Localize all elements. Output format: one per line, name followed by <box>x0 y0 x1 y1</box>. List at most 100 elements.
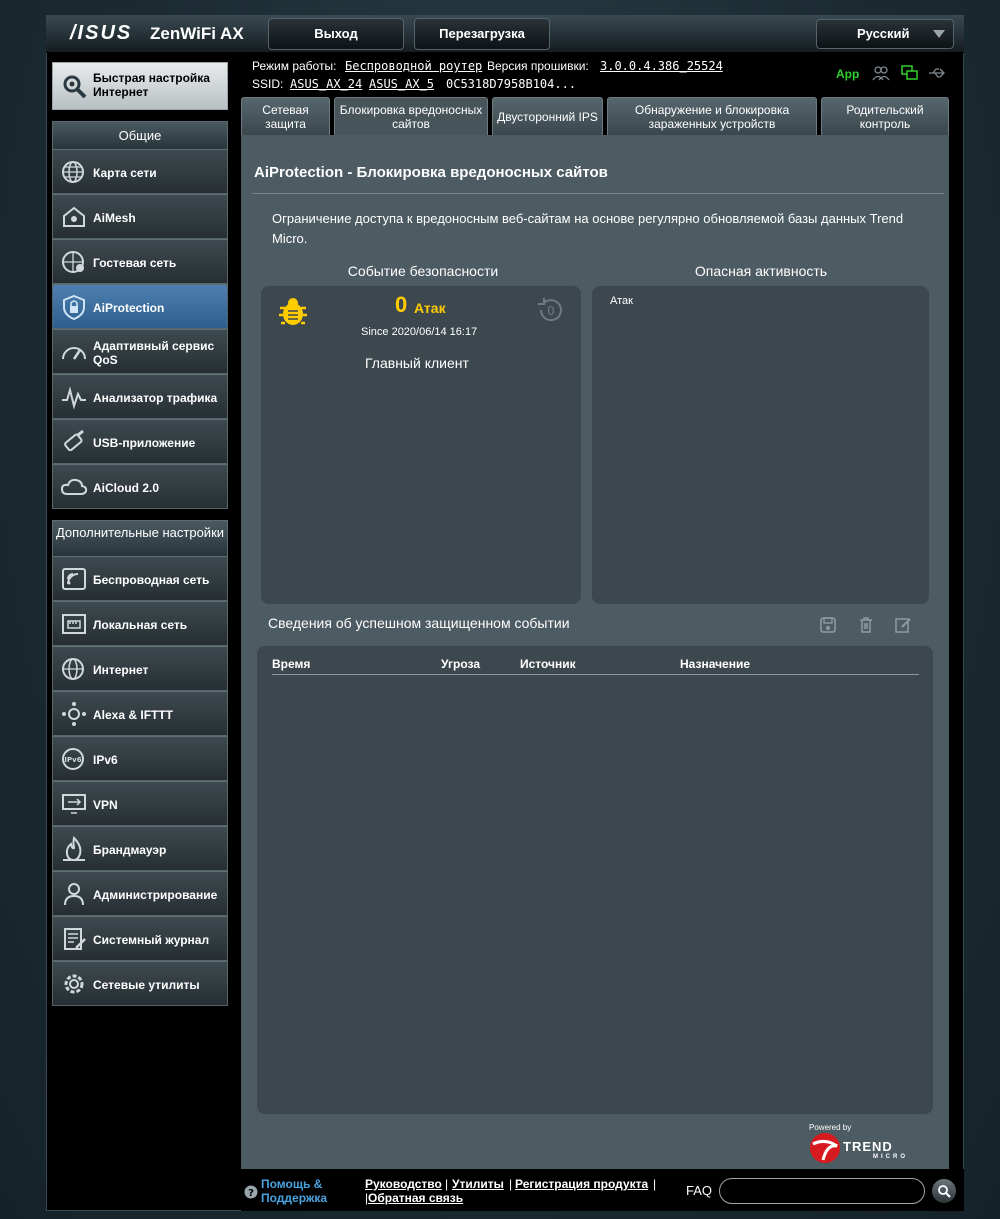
guest-network-icon <box>62 251 84 273</box>
tab-two-way-ips[interactable]: Двусторонний IPS <box>492 97 603 135</box>
advanced-menu: Беспроводная сеть Локальная сеть Интерне… <box>52 556 228 1006</box>
sidebar-item-label: Администрирование <box>93 887 218 902</box>
sidebar-item-qos[interactable]: Адаптивный сервис QoS <box>52 329 228 374</box>
mode-link[interactable]: Беспроводной роутер <box>345 59 482 73</box>
sidebar-item-guest-network[interactable]: Гостевая сеть <box>52 239 228 284</box>
mode-label: Режим работы: <box>252 59 337 73</box>
lock-shield-icon <box>63 294 85 320</box>
ssid-24[interactable]: ASUS_AX_24 <box>290 77 362 91</box>
model-name: ZenWiFi AX <box>150 24 244 43</box>
svg-text:?: ? <box>248 1188 254 1199</box>
general-menu: Карта сети AiMesh Гостевая сеть AiProtec… <box>52 149 228 509</box>
page-title: AiProtection - Блокировка вредоносных са… <box>254 164 608 181</box>
faq-search-input[interactable] <box>719 1178 925 1204</box>
col-source: Источник <box>520 657 576 671</box>
general-section-header: Общие <box>52 121 228 149</box>
attack-count: 0 <box>395 292 408 317</box>
sidebar-item-aicloud[interactable]: AiCloud 2.0 <box>52 464 228 509</box>
sidebar-item-label: USB-приложение <box>93 435 196 450</box>
usb-stick-icon <box>64 429 84 452</box>
sidebar-item-label: Беспроводная сеть <box>93 572 210 587</box>
sidebar-item-label: Анализатор трафика <box>93 390 218 405</box>
sidebar-item-network-map[interactable]: Карта сети <box>52 149 228 194</box>
app-link[interactable]: App <box>836 67 859 81</box>
clients-icon[interactable] <box>872 65 890 81</box>
since-date: Since 2020/06/14 16:17 <box>361 326 478 338</box>
ipv6-globe-icon: IPv6 <box>62 748 84 770</box>
security-event-panel: 0 Атак Since 2020/06/14 16:17 Главный кл… <box>261 286 581 604</box>
sidebar-item-aimesh[interactable]: AiMesh <box>52 194 228 239</box>
ssid-mac: 0C5318D7958B104... <box>446 77 577 91</box>
trash-icon[interactable] <box>857 616 875 634</box>
main-content: AiProtection - Блокировка вредоносных са… <box>241 135 949 1169</box>
faq-search-button[interactable] <box>932 1179 956 1203</box>
sidebar-item-usb-apps[interactable]: USB-приложение <box>52 419 228 464</box>
utilities-link[interactable]: Утилиты <box>452 1177 504 1191</box>
sidebar-item-wan[interactable]: Интернет <box>52 646 228 691</box>
bug-icon <box>279 298 307 325</box>
wireless-icon <box>62 568 86 590</box>
sidebar-item-wireless[interactable]: Беспроводная сеть <box>52 556 228 601</box>
sidebar-item-label: Интернет <box>93 662 149 677</box>
firmware-label: Версия прошивки: <box>487 59 589 73</box>
sidebar-item-lan[interactable]: Локальная сеть <box>52 601 228 646</box>
events-table-panel <box>257 646 933 1114</box>
search-icon <box>938 1185 951 1198</box>
tab-network-protection[interactable]: Сетевая защита <box>241 97 330 135</box>
reboot-button[interactable]: Перезагрузка <box>414 18 550 50</box>
asus-logo[interactable]: /ISUS <box>70 22 132 45</box>
powered-by-label: Powered by <box>809 1123 852 1132</box>
reset-counter-icon[interactable]: 0 <box>535 295 565 325</box>
sidebar-item-aiprotection[interactable]: AiProtection <box>52 284 228 329</box>
firmware-link[interactable]: 3.0.0.4.386_25524 <box>600 59 723 73</box>
threat-activity-panel: Атак <box>592 286 929 604</box>
smart-home-icon <box>62 702 86 726</box>
sidebar-item-label: Брандмауэр <box>93 842 167 857</box>
sidebar-item-firewall[interactable]: Брандмауэр <box>52 826 228 871</box>
sidebar-item-system-log[interactable]: Системный журнал <box>52 916 228 961</box>
tab-parental-control[interactable]: Родительский контроль <box>821 97 949 135</box>
threat-legend-label: Атак <box>610 295 633 307</box>
traffic-analyzer-icon <box>62 386 86 410</box>
page-description: Ограничение доступа к вредоносным веб-са… <box>272 211 904 246</box>
ssid-label: SSID: <box>252 77 284 91</box>
sidebar-item-ipv6[interactable]: IPv6 IPv6 <box>52 736 228 781</box>
tab-infected-device[interactable]: Обнаружение и блокировка зараженных устр… <box>607 97 817 135</box>
save-icon[interactable] <box>819 616 837 634</box>
trend-label: TREND <box>843 1139 893 1154</box>
footer-separator: | <box>653 1177 657 1191</box>
manual-link[interactable]: Руководство <box>365 1177 442 1191</box>
ssid-5[interactable]: ASUS_AX_5 <box>369 77 434 91</box>
main-client-label: Главный клиент <box>365 355 469 371</box>
sidebar-item-vpn[interactable]: VPN <box>52 781 228 826</box>
sidebar-item-alexa-ifttt[interactable]: Alexa & IFTTT <box>52 691 228 736</box>
col-destination: Назначение <box>680 657 751 671</box>
language-value: Русский <box>857 26 910 41</box>
feedback-link[interactable]: Обратная связь <box>368 1191 463 1205</box>
sidebar-item-administration[interactable]: Администрирование <box>52 871 228 916</box>
attack-label: Атак <box>414 300 446 316</box>
events-title: Сведения об успешном защищенном событии <box>268 615 570 631</box>
language-select[interactable]: Русский <box>816 19 954 49</box>
sidebar-item-label: Системный журнал <box>93 932 210 947</box>
footer-separator: | <box>445 1177 449 1191</box>
help-support-label[interactable]: Помощь & Поддержка <box>261 1177 341 1205</box>
quick-setup-button[interactable]: Быстрая настройка Интернет <box>52 62 228 110</box>
usb-icon[interactable] <box>928 65 946 81</box>
footer: ? Помощь & Поддержка Руководство | Утили… <box>241 1169 964 1211</box>
sidebar-item-label: AiCloud 2.0 <box>93 480 160 495</box>
quick-setup-label: Быстрая настройка Интернет <box>93 71 210 99</box>
network-status-icon[interactable] <box>901 65 919 81</box>
logout-button[interactable]: Выход <box>268 18 404 50</box>
advanced-section-header: Дополнительные настройки <box>52 520 228 556</box>
sidebar-item-network-tools[interactable]: Сетевые утилиты <box>52 961 228 1006</box>
sidebar-item-label: Alexa & IFTTT <box>93 707 174 722</box>
footer-separator: | <box>509 1177 513 1191</box>
sidebar-item-traffic-analyzer[interactable]: Анализатор трафика <box>52 374 228 419</box>
table-header-divider <box>272 674 919 675</box>
tab-malicious-sites[interactable]: Блокировка вредоносных сайтов <box>334 97 488 135</box>
globe-icon <box>62 161 84 183</box>
edit-icon[interactable] <box>894 616 912 634</box>
threat-activity-header: Опасная активность <box>694 263 828 279</box>
product-registration-link[interactable]: Регистрация продукта <box>515 1177 648 1191</box>
